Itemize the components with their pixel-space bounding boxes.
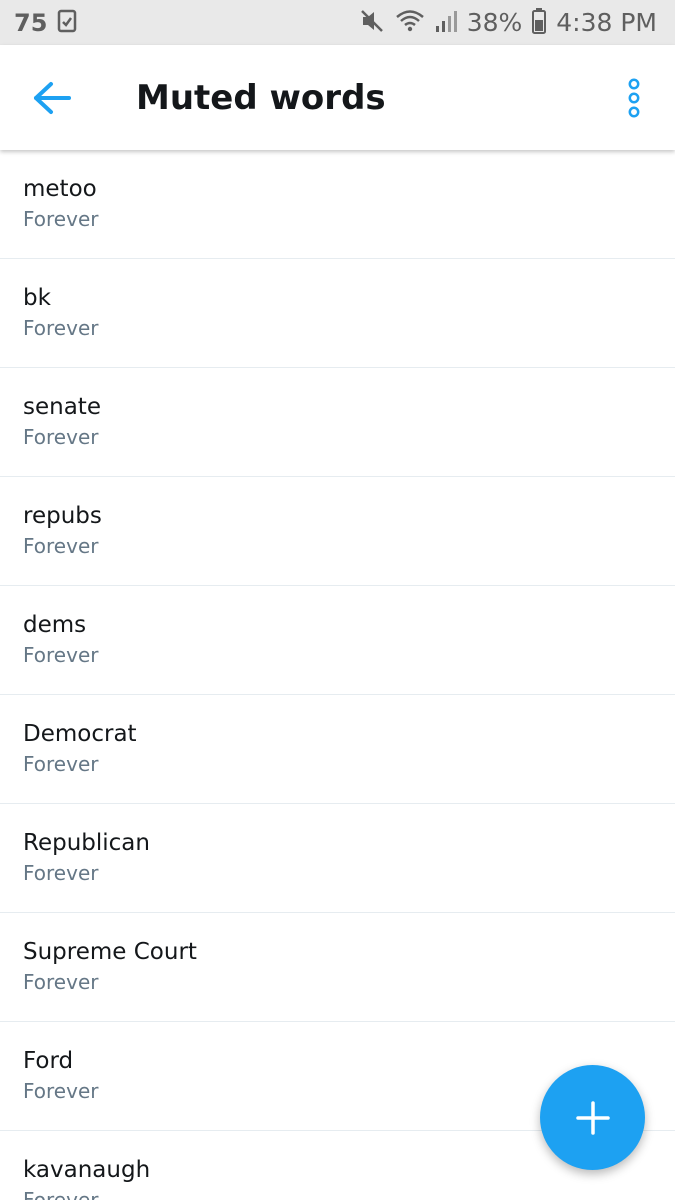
muted-word-term: dems	[23, 612, 87, 638]
list-item[interactable]: Democrat Forever	[0, 695, 675, 804]
battery-percent-text: 38%	[466, 8, 523, 37]
battery-icon	[532, 7, 547, 38]
status-bar-left: 75	[14, 9, 87, 37]
more-options-button[interactable]	[619, 75, 649, 121]
list-item[interactable]: metoo Forever	[0, 150, 675, 259]
mute-icon	[359, 8, 385, 38]
back-button[interactable]	[30, 76, 74, 120]
plus-icon	[575, 1100, 610, 1135]
more-vertical-icon	[628, 78, 640, 118]
muted-word-duration: Forever	[23, 643, 99, 667]
temperature-text: 75	[14, 8, 48, 37]
app-bar: Muted words	[0, 45, 675, 150]
status-bar-right: 38% 4:38 PM	[359, 7, 657, 38]
muted-word-duration: Forever	[23, 970, 99, 994]
muted-word-term: metoo	[23, 176, 97, 202]
status-bar: 75 38% 4:38 PM	[0, 0, 675, 45]
clock-text: 4:38 PM	[556, 8, 657, 37]
arrow-left-icon	[34, 82, 71, 114]
muted-word-duration: Forever	[23, 1188, 99, 1200]
muted-word-duration: Forever	[23, 207, 99, 231]
muted-word-duration: Forever	[23, 425, 99, 449]
muted-word-term: Supreme Court	[23, 939, 197, 965]
muted-words-list: metoo Forever bk Forever senate Forever …	[0, 150, 675, 1200]
page-title: Muted words	[136, 78, 386, 118]
muted-word-term: senate	[23, 394, 101, 420]
muted-word-duration: Forever	[23, 534, 99, 558]
list-item[interactable]: bk Forever	[0, 259, 675, 368]
muted-word-duration: Forever	[23, 861, 99, 885]
list-item[interactable]: dems Forever	[0, 586, 675, 695]
muted-word-term: repubs	[23, 503, 102, 529]
muted-word-term: Republican	[23, 830, 150, 856]
add-muted-word-button[interactable]	[540, 1065, 645, 1170]
list-item[interactable]: Republican Forever	[0, 804, 675, 913]
wifi-icon	[395, 8, 425, 38]
muted-word-term: Democrat	[23, 721, 137, 747]
signal-icon	[435, 9, 457, 37]
muted-word-duration: Forever	[23, 752, 99, 776]
task-check-icon	[57, 9, 77, 37]
list-item[interactable]: repubs Forever	[0, 477, 675, 586]
muted-word-duration: Forever	[23, 316, 99, 340]
muted-word-term: bk	[23, 285, 51, 311]
list-item[interactable]: Supreme Court Forever	[0, 913, 675, 1022]
list-item[interactable]: senate Forever	[0, 368, 675, 477]
